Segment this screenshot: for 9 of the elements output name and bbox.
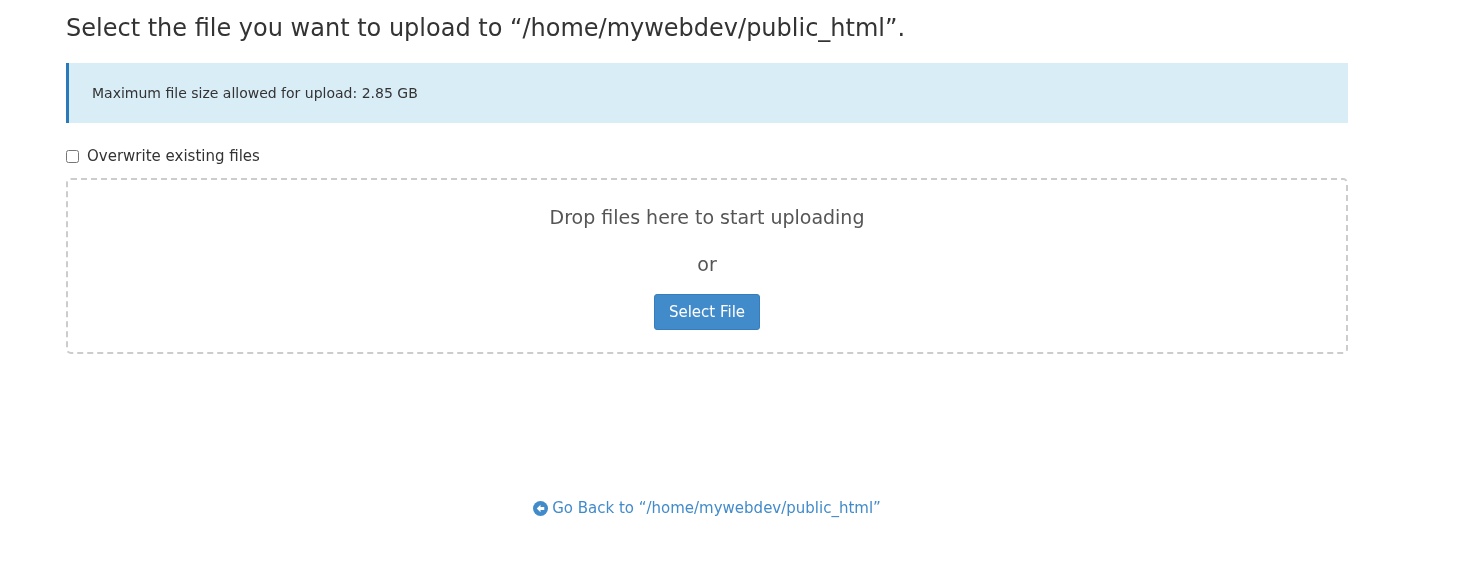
info-notice: Maximum file size allowed for upload: 2.85 GB [66,63,1348,123]
overwrite-checkbox[interactable] [66,149,79,163]
go-back-link[interactable]: Go Back to “/home/mywebdev/public_html” [533,499,881,517]
select-file-button[interactable]: Select File [653,294,761,330]
drop-prompt: Drop files here to start uploading [549,206,865,228]
page-heading: Select the file you want to upload to “/home/mywebdev/public_html”. [66,14,907,42]
drop-zone[interactable]: Drop files here to start uploading or Select File [66,178,1348,354]
or-text: or [697,253,717,275]
checkbox-label: Overwrite existing files [87,147,260,165]
